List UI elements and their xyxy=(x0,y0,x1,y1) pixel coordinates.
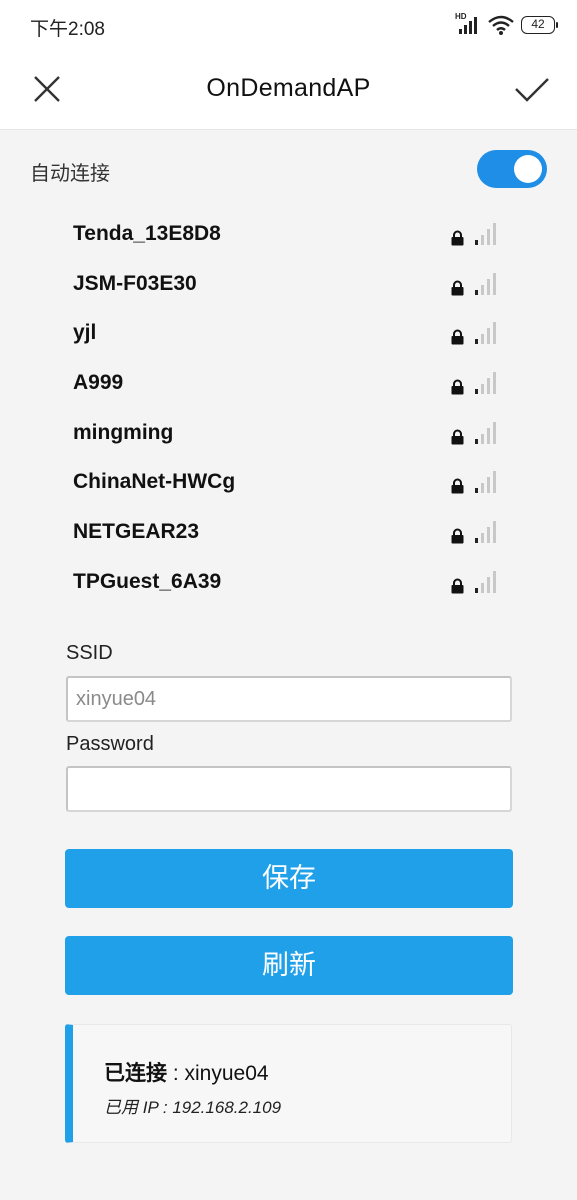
app-header: OnDemandAP xyxy=(0,52,577,130)
password-label: Password xyxy=(66,733,154,755)
wifi-network-item[interactable]: ChinaNet-HWCg xyxy=(0,458,577,508)
auto-connect-row: 自动连接 xyxy=(0,130,577,208)
lock-icon xyxy=(451,230,464,246)
signal-strength-icon xyxy=(475,421,496,444)
connection-separator: : xyxy=(167,1062,185,1085)
wifi-network-list: Tenda_13E8D8 JSM-F03E30 yjl A999 mingmin… xyxy=(0,210,577,608)
auto-connect-label: 自动连接 xyxy=(30,163,110,185)
wifi-network-item[interactable]: NETGEAR23 xyxy=(0,508,577,558)
ssid-input[interactable] xyxy=(66,676,512,722)
hd-label: HD xyxy=(455,12,467,21)
cellular-signal-icon: HD xyxy=(455,12,481,36)
lock-icon xyxy=(451,429,464,445)
lock-icon xyxy=(451,329,464,345)
wifi-network-item[interactable]: TPGuest_6A39 xyxy=(0,558,577,608)
check-icon xyxy=(515,78,549,102)
signal-strength-icon xyxy=(475,372,496,395)
ip-address: 已用 IP : 192.168.2.109 xyxy=(104,1098,282,1117)
signal-strength-icon xyxy=(475,570,496,593)
signal-strength-icon xyxy=(475,272,496,295)
wifi-ssid: ChinaNet-HWCg xyxy=(73,470,236,494)
signal-strength-icon xyxy=(475,322,496,345)
page-title: OnDemandAP xyxy=(206,74,371,102)
auto-connect-toggle[interactable] xyxy=(477,150,547,188)
battery-icon: 42 xyxy=(521,16,558,34)
status-icons: HD 42 xyxy=(455,12,558,36)
lock-icon xyxy=(451,379,464,395)
wifi-network-item[interactable]: JSM-F03E30 xyxy=(0,260,577,310)
lock-icon xyxy=(451,280,464,296)
wifi-ssid: NETGEAR23 xyxy=(73,520,200,544)
lock-icon xyxy=(451,528,464,544)
refresh-button[interactable]: 刷新 xyxy=(65,936,513,995)
lock-icon xyxy=(451,578,464,594)
lock-icon xyxy=(451,478,464,494)
status-bar: 下午2:08 HD 42 xyxy=(0,0,577,52)
wifi-ssid: yjl xyxy=(73,321,97,345)
ssid-label: SSID xyxy=(66,642,113,664)
save-button[interactable]: 保存 xyxy=(65,849,513,908)
connection-status-label: 已连接 xyxy=(104,1061,167,1085)
status-time: 下午2:08 xyxy=(30,19,105,40)
wifi-network-item[interactable]: mingming xyxy=(0,409,577,459)
connection-status-box: 已连接 : xinyue04 已用 IP : 192.168.2.109 xyxy=(65,1024,512,1143)
wifi-ssid: mingming xyxy=(73,420,174,444)
password-input[interactable] xyxy=(66,766,512,812)
signal-strength-icon xyxy=(475,521,496,544)
wifi-network-item[interactable]: Tenda_13E8D8 xyxy=(0,210,577,260)
connected-ssid: xinyue04 xyxy=(184,1062,269,1085)
signal-strength-icon xyxy=(475,223,496,245)
wifi-ssid: Tenda_13E8D8 xyxy=(73,222,221,245)
signal-strength-icon xyxy=(475,471,496,494)
wifi-ssid: TPGuest_6A39 xyxy=(73,569,222,593)
confirm-button[interactable] xyxy=(513,70,551,108)
wifi-network-item[interactable]: yjl xyxy=(0,309,577,359)
toggle-knob xyxy=(514,155,542,183)
wifi-ssid: A999 xyxy=(73,371,124,395)
wifi-icon xyxy=(488,15,514,35)
connection-status: 已连接 : xinyue04 xyxy=(104,1057,269,1087)
wifi-network-item[interactable]: A999 xyxy=(0,359,577,409)
wifi-ssid: JSM-F03E30 xyxy=(73,271,197,295)
